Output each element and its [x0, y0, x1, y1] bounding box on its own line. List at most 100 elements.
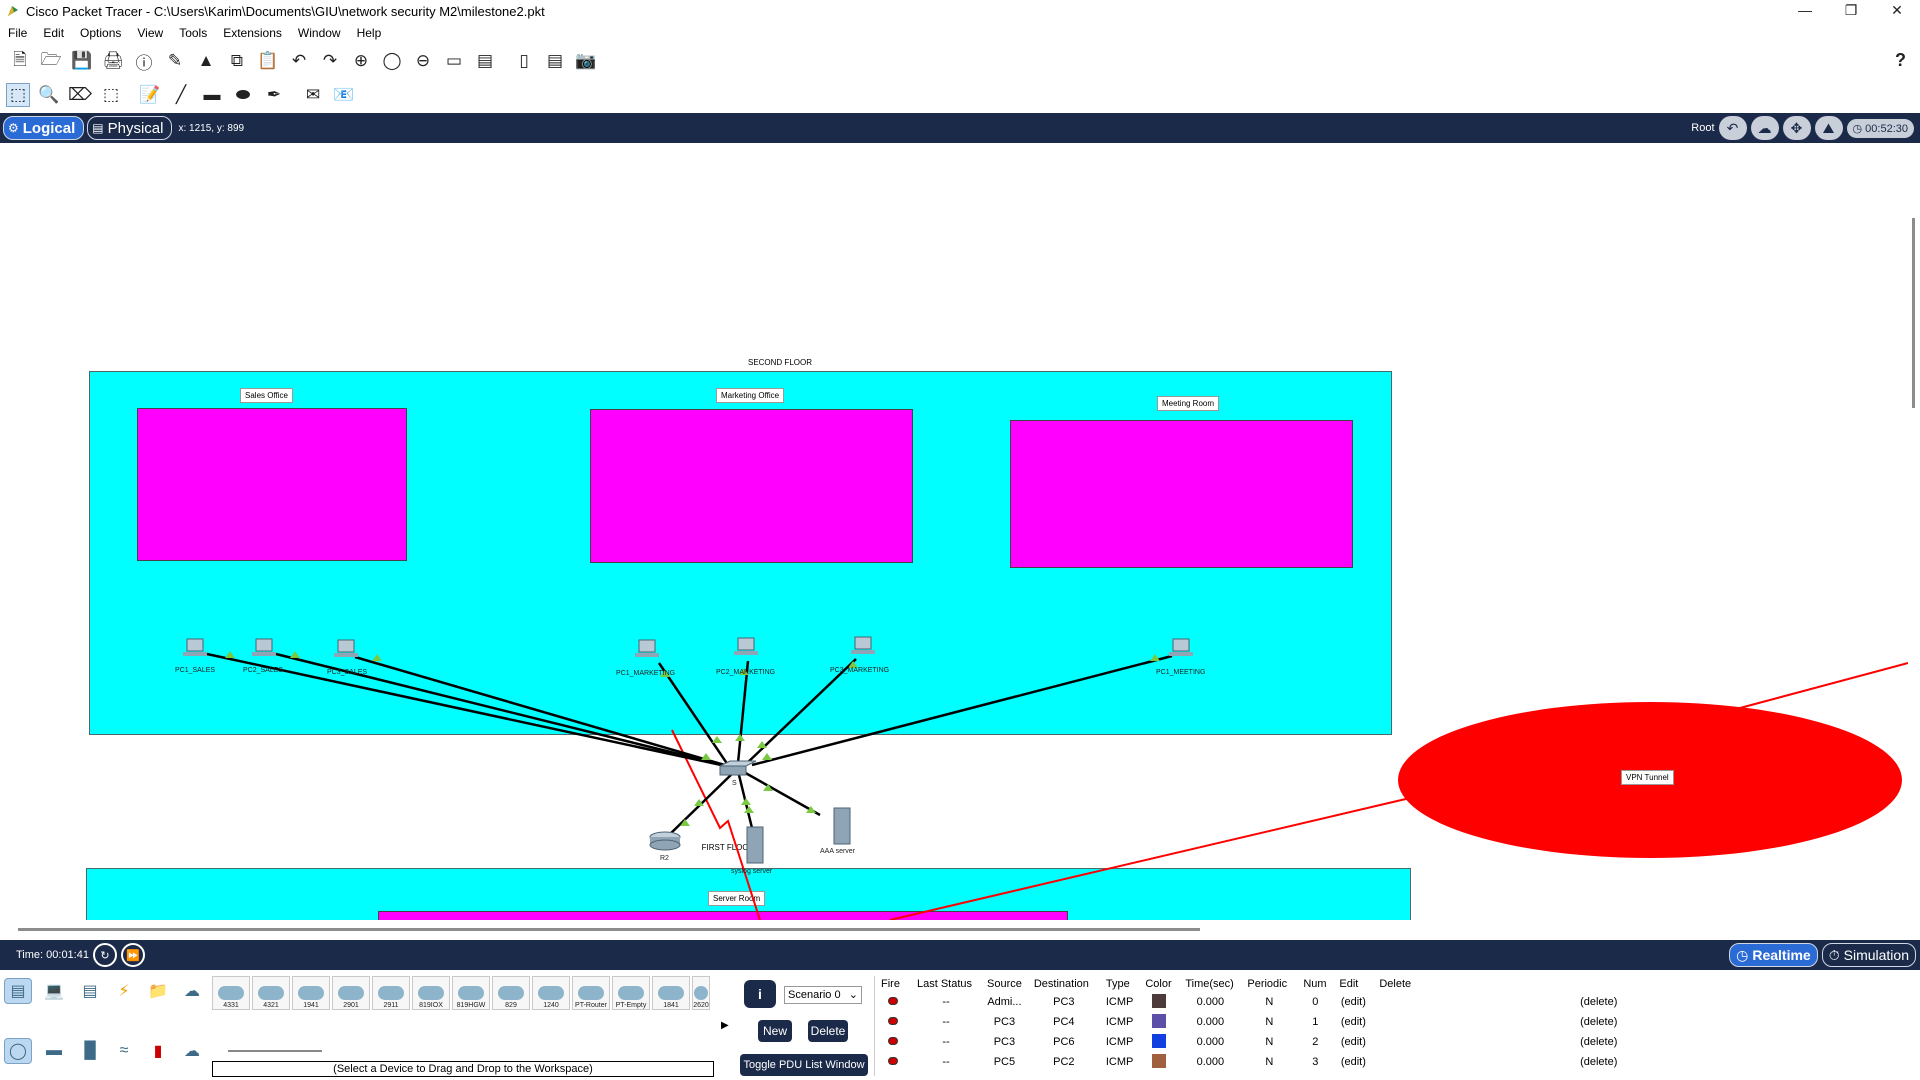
copy-icon[interactable]: ⧉: [225, 49, 249, 73]
viewport-icon[interactable]: ▯: [512, 49, 536, 73]
switch-icon[interactable]: [718, 760, 758, 778]
pdu-list-icon[interactable]: ▤: [543, 49, 567, 73]
select-icon[interactable]: ⬚: [6, 83, 30, 107]
undo-icon[interactable]: ↶: [287, 49, 311, 73]
security-icon[interactable]: ▮: [144, 1038, 172, 1064]
wireless-icon[interactable]: ≈: [110, 1038, 138, 1064]
table-row[interactable]: -- PC3 PC6 ICMP 0.000 N 2 (edit) (delete…: [875, 1032, 1623, 1052]
redo-icon[interactable]: ↷: [318, 49, 342, 73]
delete-link[interactable]: (delete): [1373, 1032, 1623, 1052]
server-icon[interactable]: [744, 825, 766, 865]
table-row[interactable]: -- PC3 PC4 ICMP 0.000 N 1 (edit) (delete…: [875, 1012, 1623, 1032]
info-icon[interactable]: ⓘ: [132, 49, 156, 73]
minimize-icon[interactable]: —: [1782, 0, 1828, 22]
ellipse-icon[interactable]: ⬬: [231, 83, 255, 107]
print-icon[interactable]: 🖨: [101, 49, 125, 73]
rectangle-icon[interactable]: ▬: [200, 83, 224, 107]
components-icon[interactable]: ▤: [76, 978, 104, 1004]
pc-icon[interactable]: [634, 638, 660, 662]
device-tile[interactable]: 2911: [372, 976, 410, 1010]
restore-icon[interactable]: ❐: [1828, 0, 1874, 22]
fire-button[interactable]: [875, 1052, 911, 1072]
device-tile[interactable]: 2901: [332, 976, 370, 1010]
workspace-vertical-scrollbar[interactable]: [1908, 143, 1920, 920]
routers-icon[interactable]: ◯: [4, 1038, 32, 1064]
delete-link[interactable]: (delete): [1373, 1012, 1623, 1032]
complex-pdu-icon[interactable]: 📧: [332, 83, 356, 107]
zoom-in-icon[interactable]: ⊕: [349, 49, 373, 73]
delete-scenario-button[interactable]: Delete: [808, 1020, 848, 1042]
device-tile[interactable]: 4331: [212, 976, 250, 1010]
pc-icon[interactable]: [182, 637, 208, 661]
info-button[interactable]: i: [744, 980, 776, 1008]
pc-icon[interactable]: [251, 637, 277, 661]
fire-button[interactable]: [875, 1012, 911, 1032]
note-icon[interactable]: 📝: [138, 83, 162, 107]
logical-workspace[interactable]: SECOND FLOOR Sales Office Marketing Offi…: [0, 143, 1908, 920]
fire-button[interactable]: [875, 1032, 911, 1052]
router-icon[interactable]: [648, 829, 682, 853]
device-tile[interactable]: 819IOX: [412, 976, 450, 1010]
menu-window[interactable]: Window: [290, 26, 349, 40]
new-scenario-button[interactable]: New: [758, 1020, 792, 1042]
physical-tab[interactable]: ▤ Physical: [87, 116, 173, 140]
line-icon[interactable]: ╱: [169, 83, 193, 107]
close-icon[interactable]: ✕: [1874, 0, 1920, 22]
custom-device-icon[interactable]: ▤: [473, 49, 497, 73]
logical-tab[interactable]: ⚙ Logical: [3, 116, 85, 140]
simple-pdu-icon[interactable]: ✉: [301, 83, 325, 107]
end-devices-icon[interactable]: 💻: [40, 978, 68, 1004]
help-icon[interactable]: ?: [1895, 50, 1906, 71]
fire-button[interactable]: [875, 992, 911, 1012]
menu-tools[interactable]: Tools: [171, 26, 215, 40]
device-list-scrollbar[interactable]: [228, 1050, 322, 1052]
drawing-palette-icon[interactable]: ▭: [442, 49, 466, 73]
freeform-icon[interactable]: ✒: [262, 83, 286, 107]
delete-link[interactable]: (delete): [1373, 1052, 1623, 1072]
zoom-out-icon[interactable]: ⊖: [411, 49, 435, 73]
scenario-select[interactable]: Scenario 0 ⌄: [784, 986, 862, 1004]
camera-icon[interactable]: 📷: [574, 49, 598, 73]
device-tile[interactable]: 1941: [292, 976, 330, 1010]
move-object-icon[interactable]: ✥: [1782, 116, 1811, 140]
activity-wizard-icon[interactable]: ✎: [163, 49, 187, 73]
open-folder-icon[interactable]: 🗁: [39, 49, 63, 73]
multiuser-icon[interactable]: ☁: [178, 978, 206, 1004]
network-devices-icon[interactable]: ▤: [4, 978, 32, 1004]
device-tile[interactable]: 4321: [252, 976, 290, 1010]
delete-icon[interactable]: ⌦: [68, 83, 92, 107]
menu-options[interactable]: Options: [72, 26, 129, 40]
menu-edit[interactable]: Edit: [35, 26, 72, 40]
fast-forward-icon[interactable]: ⏩: [120, 943, 145, 967]
edit-link[interactable]: (edit): [1333, 992, 1373, 1012]
miscellaneous-icon[interactable]: 📁: [144, 978, 172, 1004]
network-info-icon[interactable]: ▲: [194, 49, 218, 73]
table-row[interactable]: -- PC5 PC2 ICMP 0.000 N 3 (edit) (delete…: [875, 1052, 1623, 1072]
simulation-tab[interactable]: ⏱ Simulation: [1821, 943, 1916, 967]
new-file-icon[interactable]: 🗎: [8, 49, 32, 73]
table-row[interactable]: -- Admi... PC3 ICMP 0.000 N 0 (edit) (de…: [875, 992, 1623, 1012]
inspect-icon[interactable]: 🔍: [37, 83, 61, 107]
cluster-icon[interactable]: ☁: [1750, 116, 1779, 140]
menu-file[interactable]: File: [0, 26, 35, 40]
toggle-pdu-list-button[interactable]: Toggle PDU List Window: [740, 1054, 868, 1076]
pc-icon[interactable]: [850, 635, 876, 659]
switches-icon[interactable]: ▬: [40, 1038, 68, 1064]
hubs-icon[interactable]: █: [76, 1038, 104, 1064]
back-icon[interactable]: ↶: [1718, 116, 1747, 140]
pc-icon[interactable]: [1168, 637, 1194, 661]
vpn-tunnel-note[interactable]: VPN Tunnel: [1621, 770, 1674, 785]
connections-icon[interactable]: ⚡: [110, 978, 138, 1004]
menu-extensions[interactable]: Extensions: [215, 26, 290, 40]
pc-icon[interactable]: [733, 636, 759, 660]
pc-icon[interactable]: [333, 638, 359, 662]
device-tile[interactable]: PT-Empty: [612, 976, 650, 1010]
edit-link[interactable]: (edit): [1333, 1032, 1373, 1052]
panel-toggle-icon[interactable]: ▶: [721, 1020, 729, 1031]
device-tile[interactable]: 1240: [532, 976, 570, 1010]
device-tile[interactable]: 819HGW: [452, 976, 490, 1010]
server-icon[interactable]: [831, 806, 853, 846]
device-tile[interactable]: 2620: [692, 976, 710, 1010]
workspace-horizontal-scrollbar[interactable]: [18, 928, 1200, 931]
background-icon[interactable]: ⛰: [1814, 116, 1843, 140]
